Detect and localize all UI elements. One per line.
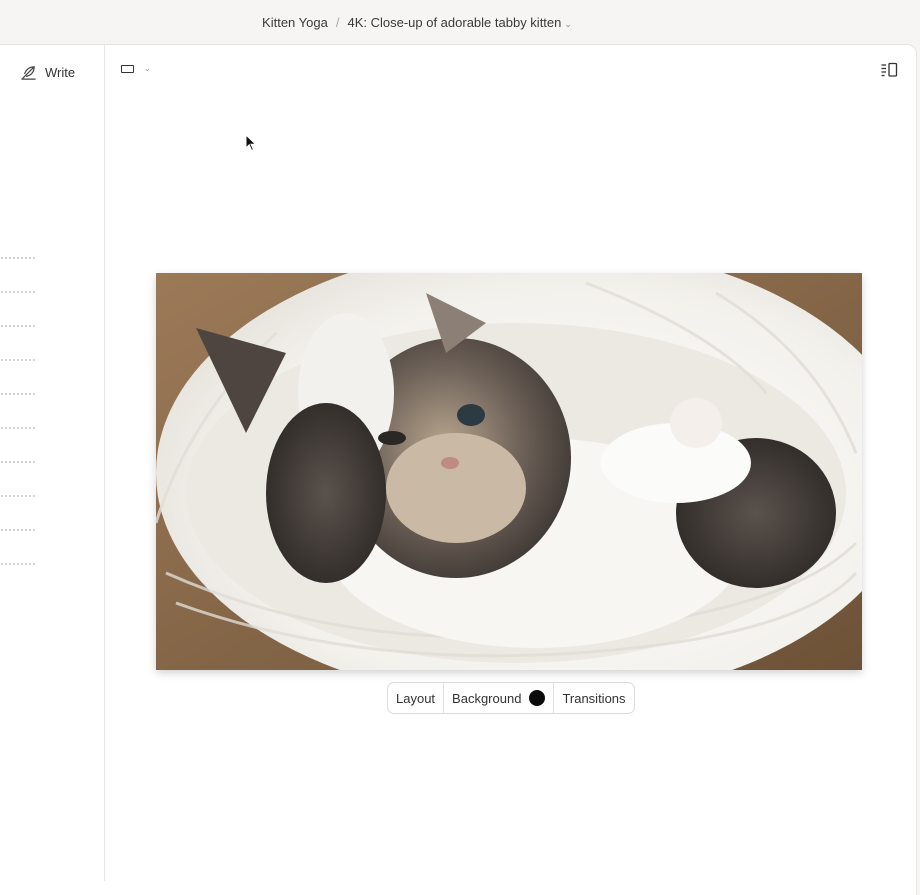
outline-item[interactable]	[0, 529, 36, 531]
outline-item[interactable]	[0, 325, 36, 327]
background-label: Background	[452, 690, 522, 706]
slide-toolbar: Layout Background Transitions	[387, 682, 635, 714]
kitten-photo	[156, 273, 862, 670]
layout-label: Layout	[396, 690, 436, 706]
outline-item[interactable]	[0, 461, 36, 463]
breadcrumb-page-title: 4K: Close-up of adorable tabby kitten	[347, 14, 562, 30]
outline-item[interactable]	[0, 359, 36, 361]
chevron-down-icon: ⌄	[144, 64, 151, 73]
outline-item[interactable]	[0, 393, 36, 395]
outline-item[interactable]	[0, 257, 36, 259]
panel-right-icon[interactable]	[880, 62, 898, 78]
outline-item[interactable]	[0, 427, 36, 429]
slide-image[interactable]	[156, 273, 862, 670]
view-picker[interactable]: ⌄	[121, 64, 151, 73]
top-bar: Kitten Yoga / 4K: Close-up of adorable t…	[0, 0, 920, 44]
feather-pen-icon	[21, 66, 36, 80]
chevron-down-icon: ⌄	[564, 18, 572, 29]
layout-button[interactable]: Layout	[388, 683, 443, 713]
outline-item[interactable]	[0, 291, 36, 293]
background-button[interactable]: Background	[443, 683, 553, 713]
slide-outline-list	[0, 257, 40, 597]
breadcrumb-separator: /	[335, 14, 340, 30]
breadcrumb-project[interactable]: Kitten Yoga	[262, 15, 328, 30]
outline-item[interactable]	[0, 563, 36, 565]
outline-item[interactable]	[0, 495, 36, 497]
mouse-pointer-icon	[245, 134, 257, 152]
editor-panel: Write ⌄ Layout Background Transitions	[0, 44, 917, 895]
breadcrumb-page[interactable]: 4K: Close-up of adorable tabby kitten ⌄	[347, 15, 571, 30]
transitions-button[interactable]: Transitions	[553, 683, 633, 713]
write-button[interactable]: Write	[16, 62, 79, 83]
rectangle-icon	[121, 64, 134, 73]
transitions-label: Transitions	[562, 690, 626, 706]
write-label: Write	[45, 65, 76, 80]
background-color-swatch	[529, 690, 546, 706]
outline-sidebar: Write	[0, 45, 105, 881]
breadcrumb: Kitten Yoga / 4K: Close-up of adorable t…	[262, 15, 572, 30]
